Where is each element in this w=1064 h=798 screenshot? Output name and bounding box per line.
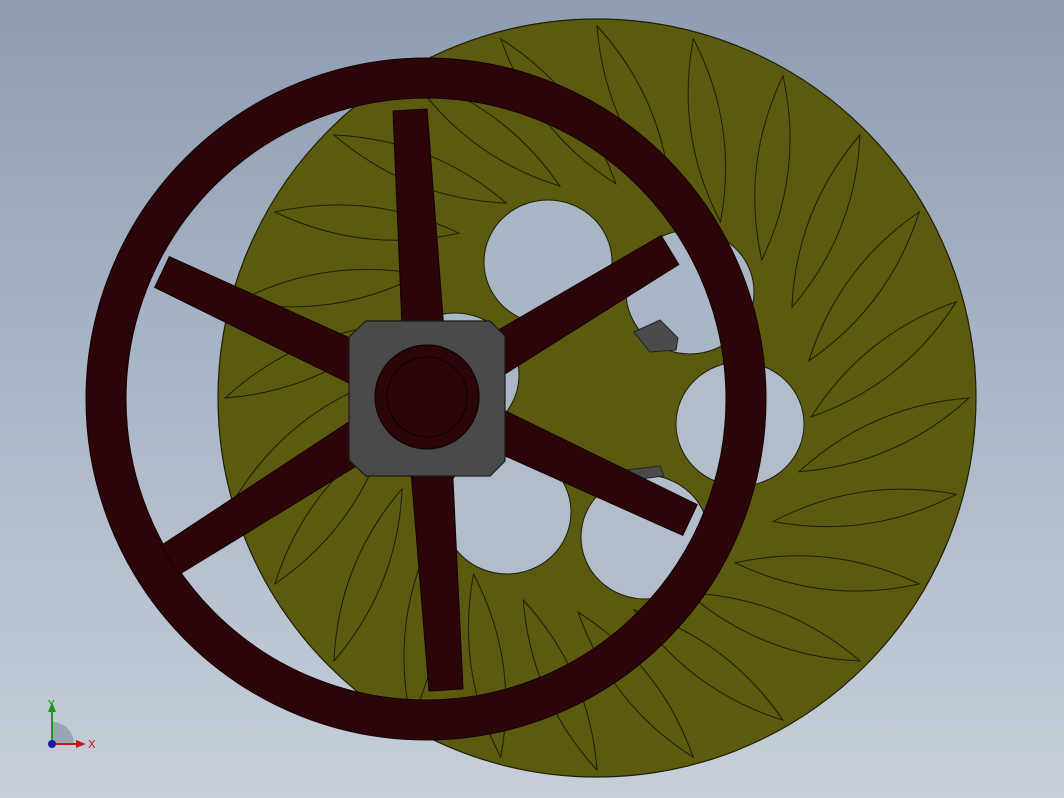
y-axis-label: Y	[47, 698, 55, 711]
hub-boss-inner	[386, 356, 468, 438]
graphics-viewport[interactable]: Y X	[0, 0, 1064, 798]
x-axis-label: X	[88, 738, 96, 751]
cad-model[interactable]	[0, 0, 1064, 798]
x-axis-arrow	[76, 740, 86, 748]
z-axis-dot	[48, 740, 56, 748]
hub[interactable]	[348, 320, 506, 477]
triad-plane-indicator	[52, 722, 74, 744]
coordinate-triad: Y X	[47, 698, 96, 751]
